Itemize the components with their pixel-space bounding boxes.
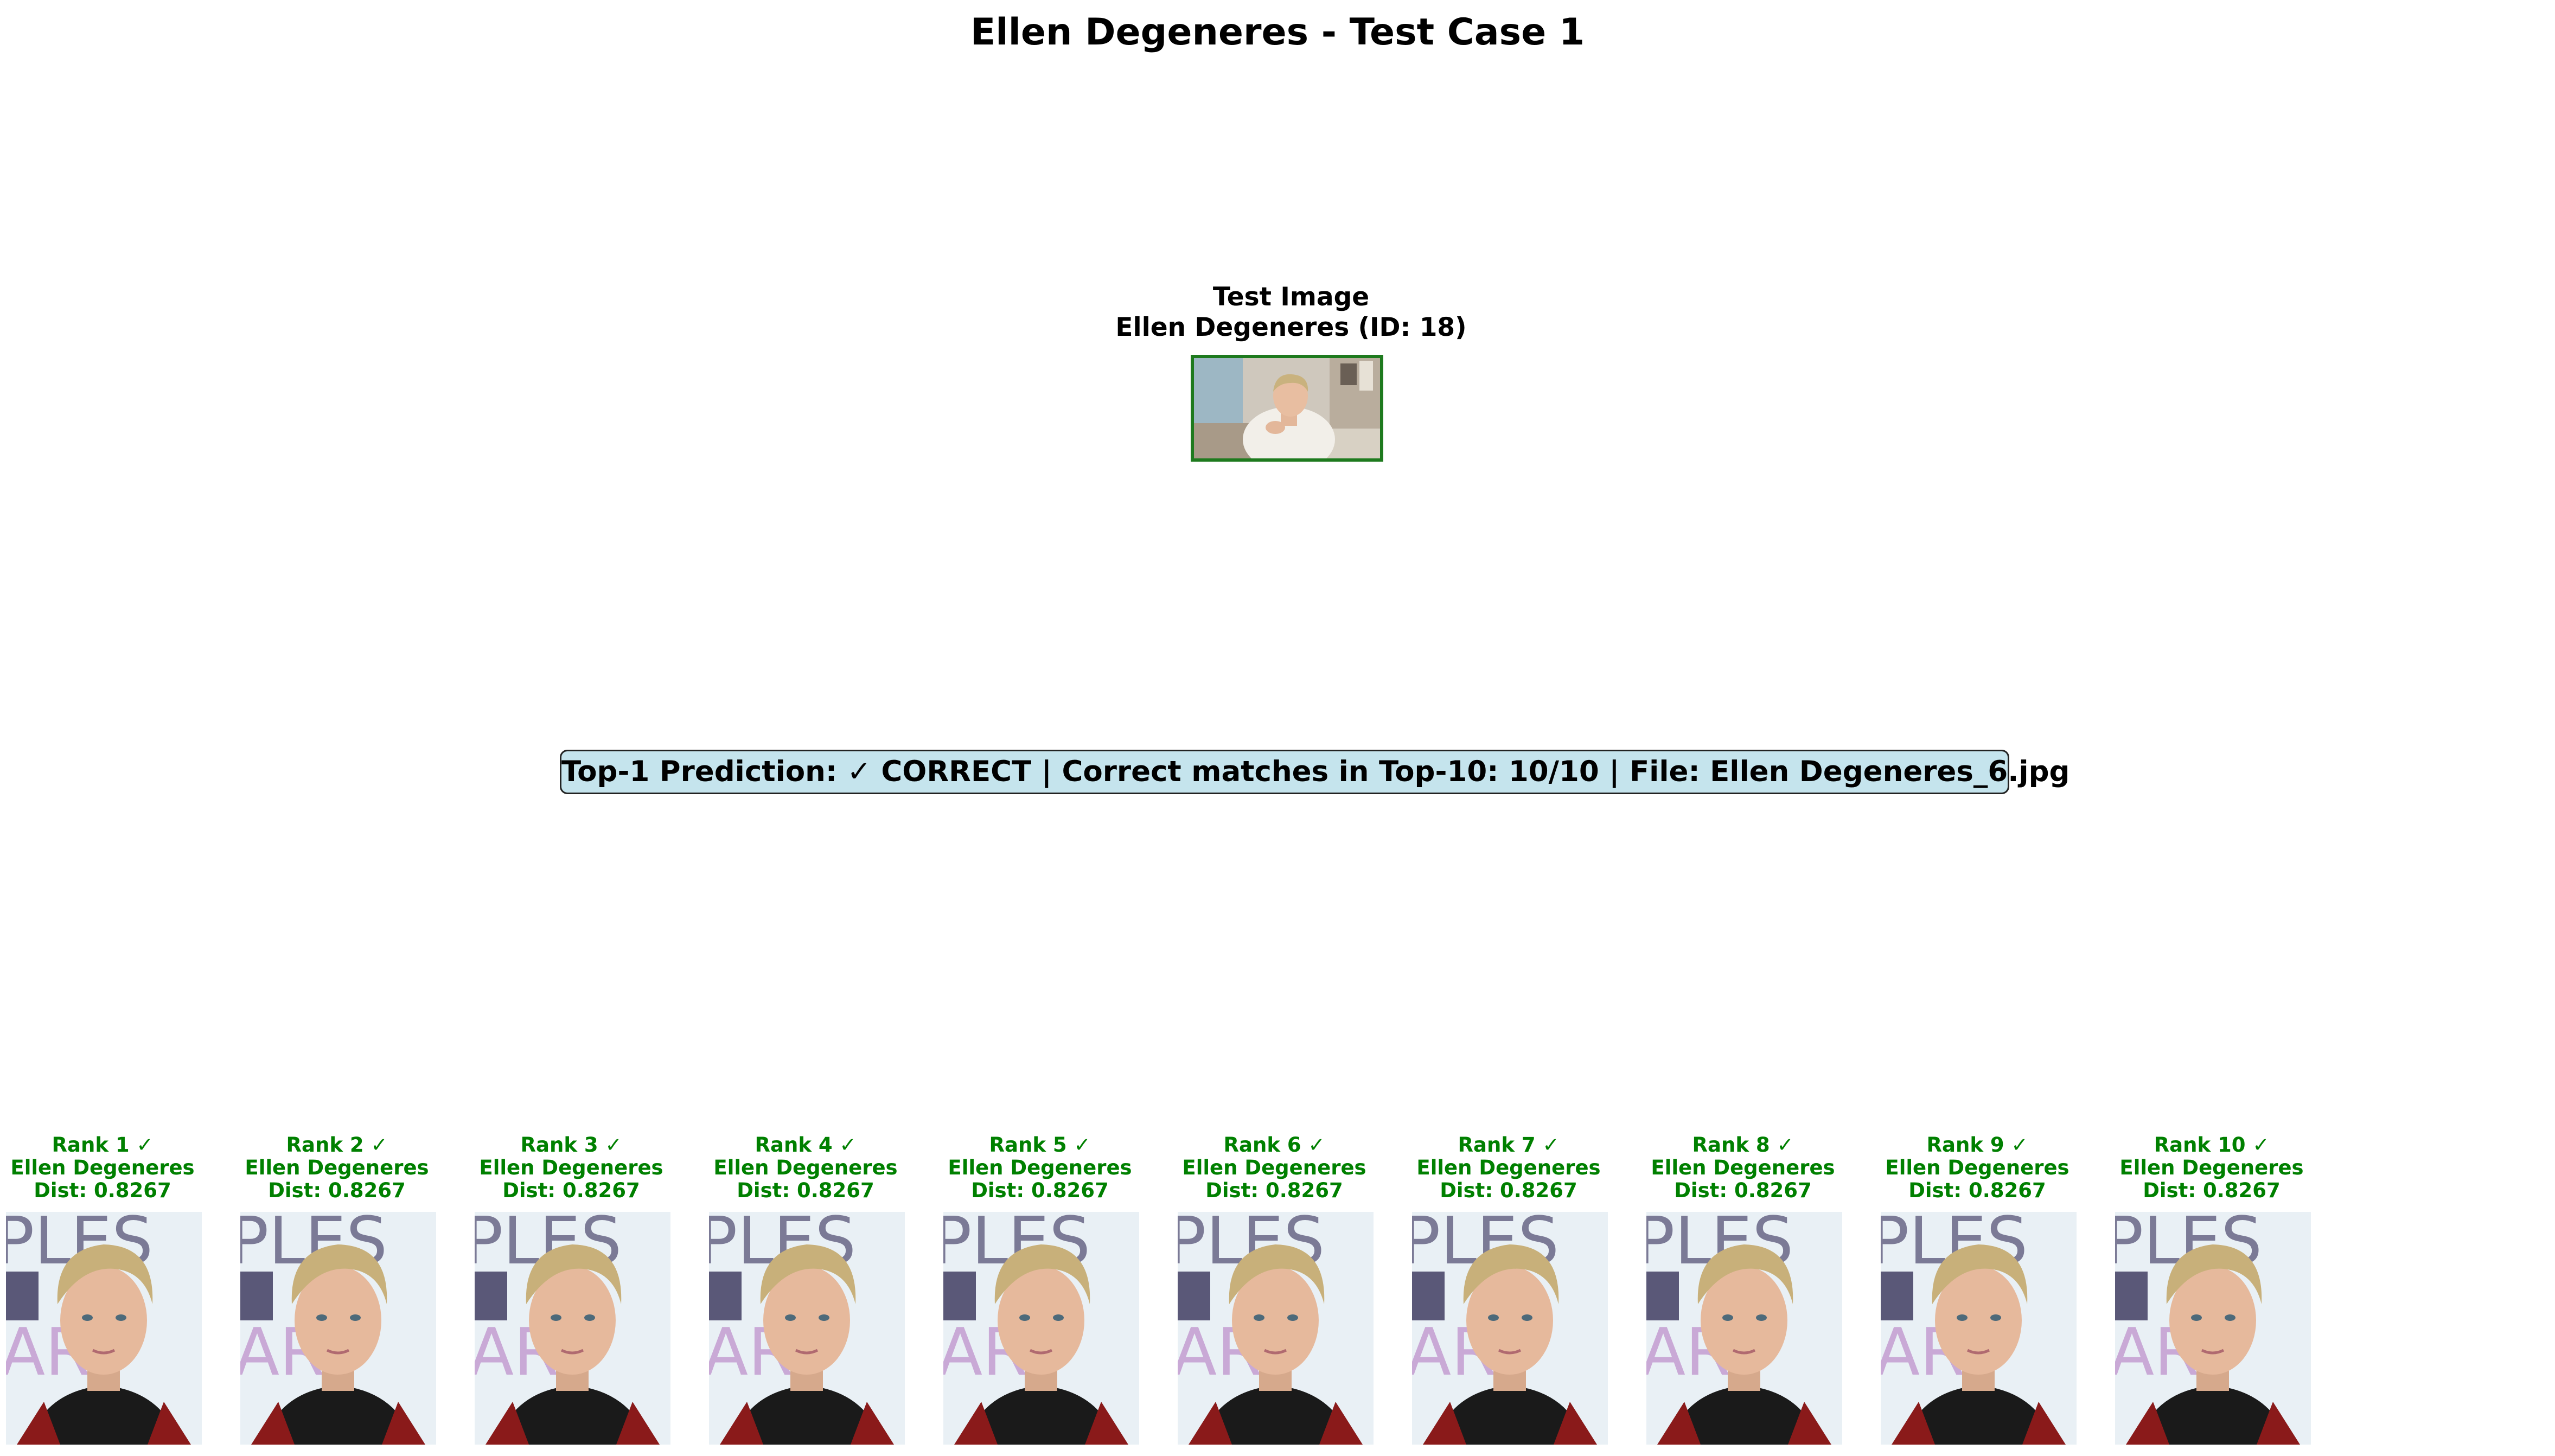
test-image-title-line2: Ellen Degeneres (ID: 18) bbox=[1115, 312, 1467, 342]
match-card-rank-3: Rank 3 ✓ Ellen Degeneres Dist: 0.8267 PLES A… bbox=[455, 1133, 688, 1445]
match-image: PLES AR bbox=[709, 1212, 905, 1445]
match-name-label: Ellen Degeneres bbox=[1885, 1156, 2069, 1179]
match-rank-label: Rank 3 ✓ bbox=[520, 1133, 622, 1157]
match-distance-label: Dist: 0.8267 bbox=[1205, 1179, 1343, 1202]
match-rank-label: Rank 5 ✓ bbox=[989, 1133, 1091, 1157]
match-rank-label: Rank 7 ✓ bbox=[1458, 1133, 1560, 1157]
match-image: PLES AR bbox=[1412, 1212, 1608, 1445]
test-image-title: Test Image Ellen Degeneres (ID: 18) bbox=[1006, 282, 1576, 343]
match-name-label: Ellen Degeneres bbox=[10, 1156, 195, 1179]
match-rank-label: Rank 2 ✓ bbox=[286, 1133, 388, 1157]
match-card-rank-1: Rank 1 ✓ Ellen Degeneres Dist: 0.8267 PLES A… bbox=[0, 1133, 219, 1445]
match-rank-label: Rank 6 ✓ bbox=[1223, 1133, 1325, 1157]
match-image: PLES AR bbox=[1881, 1212, 2077, 1445]
match-distance-label: Dist: 0.8267 bbox=[1674, 1179, 1812, 1202]
match-card-rank-4: Rank 4 ✓ Ellen Degeneres Dist: 0.8267 PLES A… bbox=[689, 1133, 922, 1445]
match-name-label: Ellen Degeneres bbox=[1651, 1156, 1835, 1179]
match-distance-label: Dist: 0.8267 bbox=[502, 1179, 640, 1202]
match-rank-label: Rank 8 ✓ bbox=[1692, 1133, 1794, 1157]
match-rank-label: Rank 9 ✓ bbox=[1926, 1133, 2028, 1157]
match-name-label: Ellen Degeneres bbox=[1182, 1156, 1366, 1179]
match-distance-label: Dist: 0.8267 bbox=[1908, 1179, 2046, 1202]
match-card-rank-10: Rank 10 ✓ Ellen Degeneres Dist: 0.8267 PLES… bbox=[2095, 1133, 2328, 1445]
match-distance-label: Dist: 0.8267 bbox=[2143, 1179, 2281, 1202]
match-rank-label: Rank 4 ✓ bbox=[755, 1133, 857, 1157]
match-name-label: Ellen Degeneres bbox=[479, 1156, 663, 1179]
match-image: PLES AR bbox=[240, 1212, 436, 1445]
summary-box: Top-1 Prediction: ✓ CORRECT | Correct ma… bbox=[560, 750, 2069, 794]
match-card-rank-8: Rank 8 ✓ Ellen Degeneres Dist: 0.8267 PLES A… bbox=[1626, 1133, 1860, 1445]
match-image: PLES AR bbox=[6, 1212, 202, 1445]
match-name-label: Ellen Degeneres bbox=[1416, 1156, 1601, 1179]
test-image bbox=[1191, 355, 1383, 462]
match-distance-label: Dist: 0.8267 bbox=[971, 1179, 1109, 1202]
match-card-rank-2: Rank 2 ✓ Ellen Degeneres Dist: 0.8267 PLES A… bbox=[220, 1133, 453, 1445]
match-image: PLES AR bbox=[943, 1212, 1139, 1445]
match-card-rank-5: Rank 5 ✓ Ellen Degeneres Dist: 0.8267 PLES A… bbox=[923, 1133, 1157, 1445]
match-name-label: Ellen Degeneres bbox=[948, 1156, 1132, 1179]
match-image: PLES AR bbox=[2115, 1212, 2311, 1445]
match-image: PLES AR bbox=[1646, 1212, 1842, 1445]
match-name-label: Ellen Degeneres bbox=[245, 1156, 429, 1179]
test-image-title-line1: Test Image bbox=[1212, 282, 1370, 312]
match-distance-label: Dist: 0.8267 bbox=[268, 1179, 406, 1202]
test-image-photo bbox=[1194, 358, 1380, 458]
match-card-rank-9: Rank 9 ✓ Ellen Degeneres Dist: 0.8267 PLES A… bbox=[1861, 1133, 2094, 1445]
match-distance-label: Dist: 0.8267 bbox=[34, 1179, 171, 1202]
match-card-rank-7: Rank 7 ✓ Ellen Degeneres Dist: 0.8267 PLES A… bbox=[1392, 1133, 1625, 1445]
match-image: PLES AR bbox=[1178, 1212, 1374, 1445]
match-rank-label: Rank 10 ✓ bbox=[2154, 1133, 2270, 1157]
match-name-label: Ellen Degeneres bbox=[2119, 1156, 2304, 1179]
match-image: PLES AR bbox=[475, 1212, 670, 1445]
match-name-label: Ellen Degeneres bbox=[713, 1156, 898, 1179]
match-distance-label: Dist: 0.8267 bbox=[737, 1179, 874, 1202]
match-card-rank-6: Rank 6 ✓ Ellen Degeneres Dist: 0.8267 PLES A… bbox=[1158, 1133, 1391, 1445]
match-rank-label: Rank 1 ✓ bbox=[52, 1133, 154, 1157]
figure-title: Ellen Degeneres - Test Case 1 bbox=[970, 11, 1585, 54]
match-distance-label: Dist: 0.8267 bbox=[1440, 1179, 1577, 1202]
